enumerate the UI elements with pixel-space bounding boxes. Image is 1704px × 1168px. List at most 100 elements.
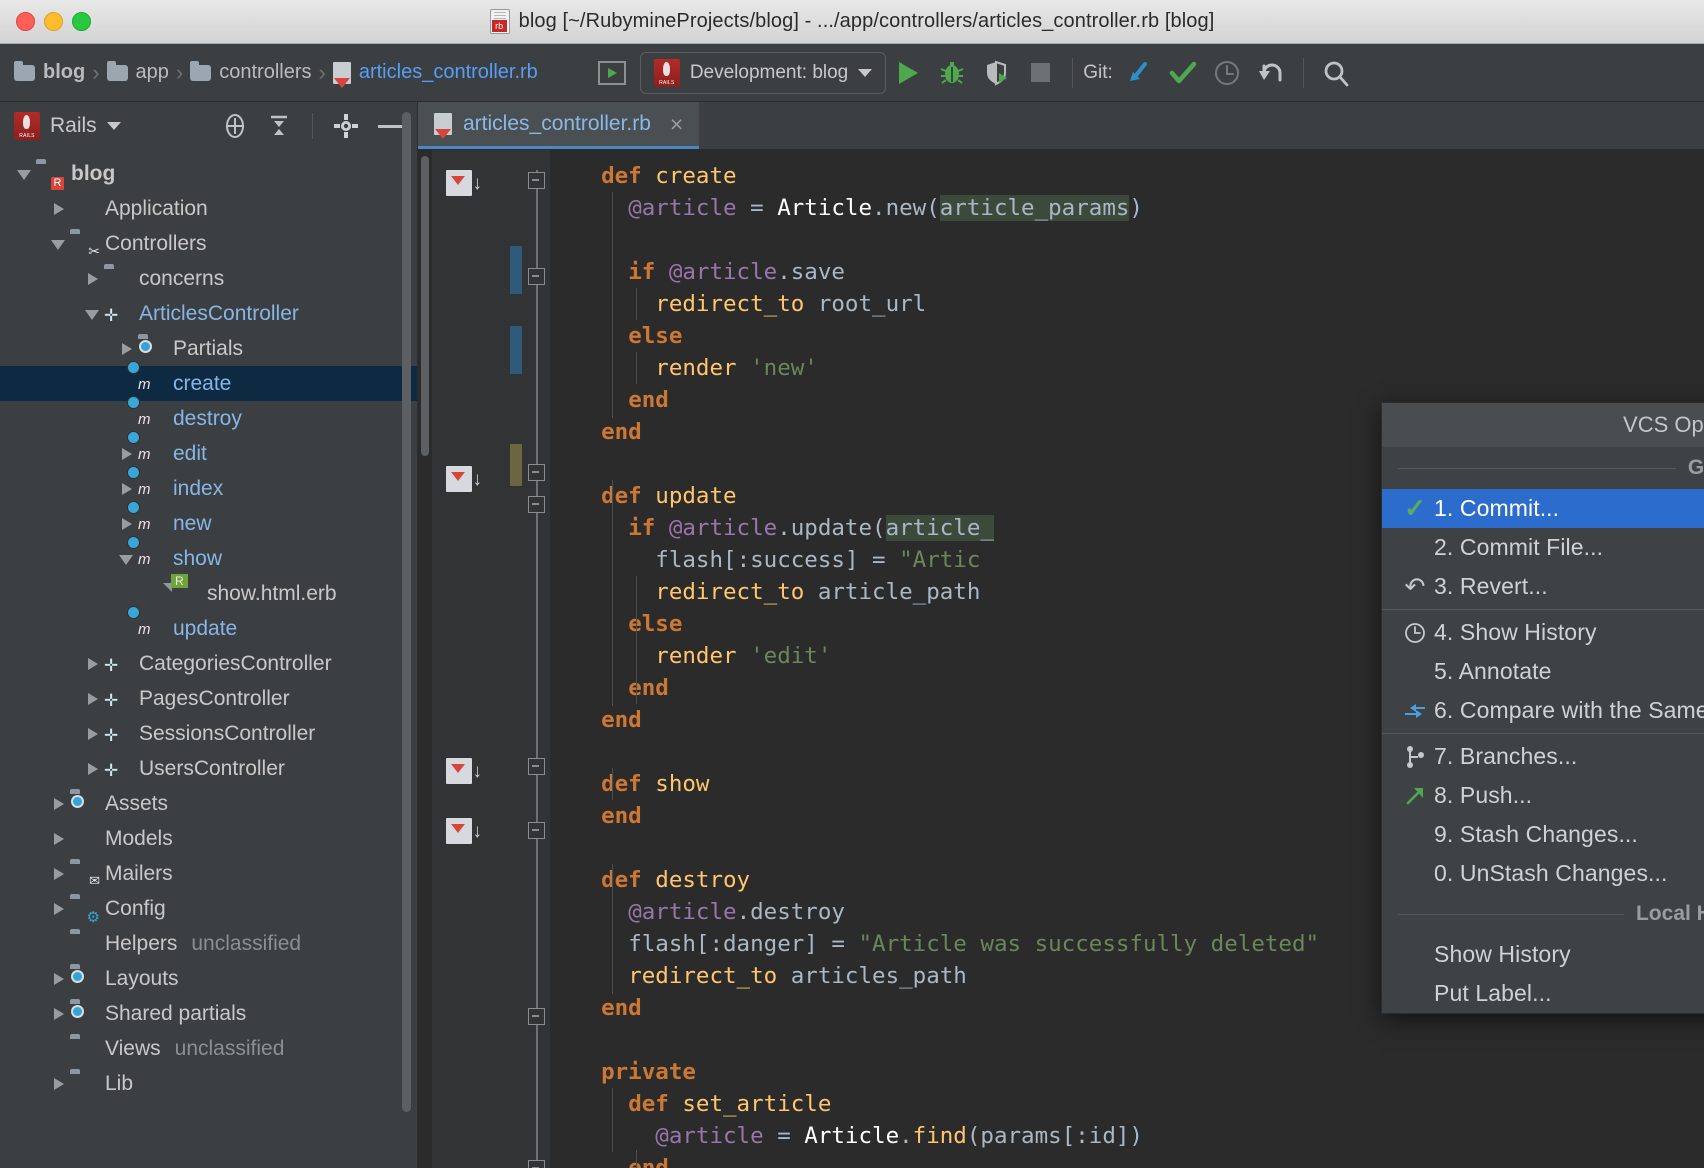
tree-item-concerns[interactable]: concerns bbox=[0, 261, 417, 296]
window-controls[interactable] bbox=[0, 12, 91, 31]
fold-toggle-icon[interactable] bbox=[528, 758, 545, 775]
tree-item-show[interactable]: show bbox=[0, 541, 417, 576]
chevron-right-icon[interactable] bbox=[48, 1073, 70, 1095]
chevron-right-icon[interactable] bbox=[116, 338, 138, 360]
stop-icon[interactable] bbox=[1018, 51, 1062, 95]
breadcrumb-controllers[interactable]: controllers bbox=[190, 60, 312, 84]
tab-articles-controller[interactable]: articles_controller.rb × bbox=[418, 102, 700, 149]
chevron-right-icon[interactable] bbox=[48, 198, 70, 220]
close-window-button[interactable] bbox=[16, 12, 35, 31]
menu-item-5-annotate[interactable]: 5. Annotate bbox=[1382, 652, 1704, 691]
tree-item-pagescontroller[interactable]: PagesController bbox=[0, 681, 417, 716]
tree-item-application[interactable]: Application bbox=[0, 191, 417, 226]
tree-item-update[interactable]: update bbox=[0, 611, 417, 646]
menu-item-0-unstash-changes[interactable]: 0. UnStash Changes... bbox=[1382, 854, 1704, 893]
tree-item-userscontroller[interactable]: UsersController bbox=[0, 751, 417, 786]
chevron-right-icon[interactable] bbox=[48, 828, 70, 850]
change-marker[interactable] bbox=[510, 326, 522, 374]
tree-item-mailers[interactable]: Mailers bbox=[0, 856, 417, 891]
chevron-right-icon[interactable] bbox=[116, 443, 138, 465]
chevron-right-icon[interactable] bbox=[116, 513, 138, 535]
fold-toggle-icon[interactable] bbox=[528, 1160, 545, 1168]
sidebar-scrollbar[interactable] bbox=[402, 112, 411, 1112]
menu-item-2-commit-file[interactable]: 2. Commit File... bbox=[1382, 528, 1704, 567]
run-method-gutter-icon[interactable]: ↓ bbox=[446, 466, 482, 492]
git-commit-icon[interactable] bbox=[1161, 51, 1205, 95]
run-configuration-selector[interactable]: Development: blog bbox=[639, 51, 887, 94]
chevron-right-icon[interactable] bbox=[48, 793, 70, 815]
run-dashboard-icon[interactable] bbox=[590, 51, 634, 95]
fold-toggle-icon[interactable] bbox=[528, 496, 545, 513]
fold-toggle-icon[interactable] bbox=[528, 172, 545, 189]
minimize-window-button[interactable] bbox=[44, 12, 63, 31]
tree-item-controllers[interactable]: Controllers bbox=[0, 226, 417, 261]
tree-item-partials[interactable]: Partials bbox=[0, 331, 417, 366]
breadcrumb-app[interactable]: app bbox=[106, 60, 169, 84]
tree-item-edit[interactable]: edit bbox=[0, 436, 417, 471]
menu-item-3-revert[interactable]: ↶3. Revert...⌥⌘Z bbox=[1382, 567, 1704, 606]
tree-item-helpers[interactable]: Helpers unclassified bbox=[0, 926, 417, 961]
chevron-down-icon[interactable] bbox=[14, 163, 36, 185]
editor-gutter[interactable]: ↓ ↓ ↓ ↓ bbox=[432, 150, 522, 1168]
tree-item-config[interactable]: Config bbox=[0, 891, 417, 926]
chevron-down-icon[interactable] bbox=[48, 233, 70, 255]
change-marker[interactable] bbox=[510, 444, 522, 486]
tree-item-new[interactable]: new bbox=[0, 506, 417, 541]
menu-item-9-stash-changes[interactable]: 9. Stash Changes... bbox=[1382, 815, 1704, 854]
maximize-window-button[interactable] bbox=[72, 12, 91, 31]
menu-item-7-branches[interactable]: 7. Branches...⇧⌘` bbox=[1382, 737, 1704, 776]
tree-item-layouts[interactable]: Layouts bbox=[0, 961, 417, 996]
tree-item-models[interactable]: Models bbox=[0, 821, 417, 856]
fold-toggle-icon[interactable] bbox=[528, 464, 545, 481]
chevron-right-icon[interactable] bbox=[82, 723, 104, 745]
menu-item-put-label[interactable]: Put Label... bbox=[1382, 974, 1704, 1013]
tree-item-lib[interactable]: Lib bbox=[0, 1066, 417, 1101]
menu-item-1-commit[interactable]: ✓1. Commit...⌘K bbox=[1382, 489, 1704, 528]
chevron-down-icon[interactable] bbox=[116, 548, 138, 570]
chevron-down-icon[interactable] bbox=[82, 303, 104, 325]
tree-item-articlescontroller[interactable]: ArticlesController bbox=[0, 296, 417, 331]
debug-icon[interactable] bbox=[930, 51, 974, 95]
tree-item-sessionscontroller[interactable]: SessionsController bbox=[0, 716, 417, 751]
chevron-right-icon[interactable] bbox=[48, 968, 70, 990]
menu-item-6-compare-with-the-same-repository-version[interactable]: 6. Compare with the Same Repository Vers… bbox=[1382, 691, 1704, 730]
chevron-right-icon[interactable] bbox=[82, 688, 104, 710]
chevron-right-icon[interactable] bbox=[48, 898, 70, 920]
menu-item-4-show-history[interactable]: 4. Show History bbox=[1382, 613, 1704, 652]
tree-item-assets[interactable]: Assets bbox=[0, 786, 417, 821]
menu-item-show-history[interactable]: Show History bbox=[1382, 935, 1704, 974]
locate-icon[interactable] bbox=[218, 109, 252, 143]
chevron-right-icon[interactable] bbox=[82, 653, 104, 675]
run-method-gutter-icon[interactable]: ↓ bbox=[446, 758, 482, 784]
fold-toggle-icon[interactable] bbox=[528, 1008, 545, 1025]
breadcrumb-blog[interactable]: blog bbox=[14, 60, 85, 84]
change-marker[interactable] bbox=[510, 246, 522, 294]
tree-item-index[interactable]: index bbox=[0, 471, 417, 506]
tree-item-show-html-erb[interactable]: show.html.erb bbox=[0, 576, 417, 611]
chevron-right-icon[interactable] bbox=[116, 478, 138, 500]
chevron-right-icon[interactable] bbox=[48, 863, 70, 885]
tree-item-views[interactable]: Views unclassified bbox=[0, 1031, 417, 1066]
project-tree[interactable]: blog Application Controllers concerns Articl… bbox=[0, 150, 417, 1168]
chevron-right-icon[interactable] bbox=[82, 758, 104, 780]
fold-toggle-icon[interactable] bbox=[528, 268, 545, 285]
search-icon[interactable] bbox=[1314, 51, 1358, 95]
tree-item-blog[interactable]: blog bbox=[0, 156, 417, 191]
editor-left-scrollbar[interactable] bbox=[418, 150, 432, 1168]
collapse-all-icon[interactable] bbox=[262, 109, 296, 143]
chevron-down-icon[interactable] bbox=[106, 122, 121, 130]
git-update-icon[interactable] bbox=[1117, 51, 1161, 95]
settings-gear-icon[interactable] bbox=[329, 109, 363, 143]
chevron-right-icon[interactable] bbox=[48, 1003, 70, 1025]
menu-item-8-push[interactable]: 8. Push...⇧⌘K bbox=[1382, 776, 1704, 815]
tree-item-categoriescontroller[interactable]: CategoriesController bbox=[0, 646, 417, 681]
fold-toggle-icon[interactable] bbox=[528, 822, 545, 839]
run-method-gutter-icon[interactable]: ↓ bbox=[446, 818, 482, 844]
chevron-right-icon[interactable] bbox=[82, 268, 104, 290]
tree-item-destroy[interactable]: destroy bbox=[0, 401, 417, 436]
git-rollback-icon[interactable] bbox=[1249, 51, 1293, 95]
run-with-coverage-icon[interactable] bbox=[974, 51, 1018, 95]
editor-fold-column[interactable] bbox=[522, 150, 550, 1168]
chevron-down-icon[interactable] bbox=[858, 68, 873, 77]
close-icon[interactable]: × bbox=[670, 111, 683, 138]
